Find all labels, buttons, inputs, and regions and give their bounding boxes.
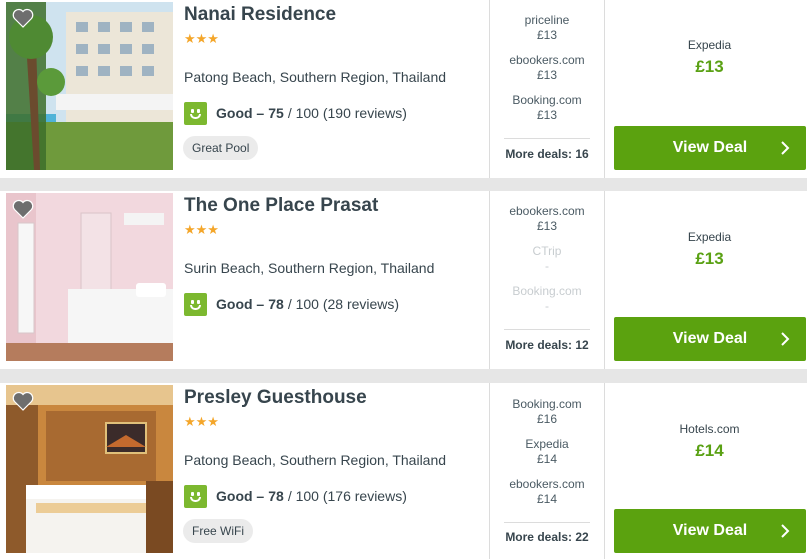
deal-price: £13 <box>536 28 558 42</box>
star-rating: ★★★ <box>184 31 219 46</box>
view-deal-button[interactable]: View Deal <box>614 317 806 361</box>
deal-provider: CTrip <box>532 244 562 258</box>
hotel-card: Presley Guesthouse ★★★ Patong Beach, Sou… <box>0 383 807 559</box>
deal-item[interactable]: Booking.com £13 <box>490 93 604 123</box>
deal-price: £16 <box>536 412 558 426</box>
view-deal-button[interactable]: View Deal <box>614 509 806 553</box>
deal-provider: Booking.com <box>512 93 582 107</box>
deal-item[interactable]: ebookers.com £14 <box>490 477 604 507</box>
rating-score: 78 <box>268 296 284 312</box>
more-deals-link[interactable]: More deals: 22 <box>490 530 604 544</box>
hotel-photo[interactable] <box>6 193 173 361</box>
hotel-photo[interactable] <box>6 2 173 170</box>
deal-item[interactable]: ebookers.com £13 <box>490 204 604 234</box>
hotel-card: The One Place Prasat ★★★ Surin Beach, So… <box>0 191 807 369</box>
best-deal-price: £13 <box>695 57 724 76</box>
view-deal-label: View Deal <box>672 330 748 347</box>
view-deal-button[interactable]: View Deal <box>614 126 806 170</box>
review-rating: Good – 78 / 100 (28 reviews) <box>184 292 399 316</box>
rating-reviews: / 100 (176 reviews) <box>287 488 407 504</box>
best-deal-price: £13 <box>695 249 724 268</box>
favorite-heart-icon[interactable] <box>12 199 34 219</box>
hotel-name[interactable]: Nanai Residence <box>184 4 336 26</box>
deal-item: CTrip - <box>490 244 604 274</box>
star-rating: ★★★ <box>184 414 219 429</box>
chevron-right-icon <box>781 524 790 538</box>
smiley-rating-icon <box>184 484 207 508</box>
deal-provider: priceline <box>524 13 570 27</box>
hotel-location: Patong Beach, Southern Region, Thailand <box>184 452 447 468</box>
favorite-heart-icon[interactable] <box>12 8 34 28</box>
hotel-name[interactable]: The One Place Prasat <box>184 195 378 217</box>
deal-price: - <box>545 259 549 273</box>
deal-provider: ebookers.com <box>509 204 585 218</box>
review-rating: Good – 78 / 100 (176 reviews) <box>184 484 407 508</box>
divider <box>604 0 605 178</box>
rating-word: Good – <box>216 105 265 121</box>
chevron-right-icon <box>781 332 790 346</box>
star-rating: ★★★ <box>184 222 219 237</box>
deal-provider: ebookers.com <box>509 477 585 491</box>
deal-price: - <box>545 299 549 313</box>
rating-reviews: / 100 (28 reviews) <box>287 296 400 312</box>
deal-provider: Booking.com <box>512 397 582 411</box>
deal-provider: Expedia <box>525 437 569 451</box>
hotel-card: Nanai Residence ★★★ Patong Beach, Southe… <box>0 0 807 178</box>
deal-price: £13 <box>536 108 558 122</box>
hotel-location: Patong Beach, Southern Region, Thailand <box>184 69 447 85</box>
more-deals-link[interactable]: More deals: 16 <box>490 147 604 161</box>
deal-provider: ebookers.com <box>509 53 585 67</box>
smiley-rating-icon <box>184 292 207 316</box>
rating-score: 78 <box>268 488 284 504</box>
best-deal[interactable]: Expedia £13 <box>614 230 805 269</box>
deal-item[interactable]: Expedia £14 <box>490 437 604 467</box>
rating-score: 75 <box>268 105 284 121</box>
amenity-tag: Free WiFi <box>183 519 253 543</box>
deal-price: £14 <box>536 492 558 506</box>
divider <box>604 191 605 369</box>
best-deal-provider: Hotels.com <box>679 422 740 436</box>
review-rating: Good – 75 / 100 (190 reviews) <box>184 101 407 125</box>
hotel-name[interactable]: Presley Guesthouse <box>184 387 367 409</box>
best-deal[interactable]: Expedia £13 <box>614 38 805 77</box>
deal-price: £13 <box>536 68 558 82</box>
chevron-right-icon <box>781 141 790 155</box>
smiley-rating-icon <box>184 101 207 125</box>
deal-price: £13 <box>536 219 558 233</box>
best-deal-provider: Expedia <box>687 230 732 244</box>
deal-item[interactable]: priceline £13 <box>490 13 604 43</box>
more-deals-link[interactable]: More deals: 12 <box>490 338 604 352</box>
best-deal-provider: Expedia <box>687 38 732 52</box>
rating-word: Good – <box>216 488 265 504</box>
deal-item: Booking.com - <box>490 284 604 314</box>
deal-provider: Booking.com <box>512 284 582 298</box>
view-deal-label: View Deal <box>672 139 748 156</box>
deal-item[interactable]: Booking.com £16 <box>490 397 604 427</box>
rating-word: Good – <box>216 296 265 312</box>
hotel-photo[interactable] <box>6 385 173 553</box>
best-deal-price: £14 <box>695 441 724 460</box>
deal-item[interactable]: ebookers.com £13 <box>490 53 604 83</box>
favorite-heart-icon[interactable] <box>12 391 34 411</box>
divider <box>504 522 590 523</box>
deal-price: £14 <box>536 452 558 466</box>
hotel-location: Surin Beach, Southern Region, Thailand <box>184 260 435 276</box>
amenity-tag: Great Pool <box>183 136 259 160</box>
rating-reviews: / 100 (190 reviews) <box>287 105 407 121</box>
divider <box>604 383 605 559</box>
best-deal[interactable]: Hotels.com £14 <box>614 422 805 461</box>
view-deal-label: View Deal <box>672 522 748 539</box>
divider <box>504 138 590 139</box>
divider <box>504 329 590 330</box>
